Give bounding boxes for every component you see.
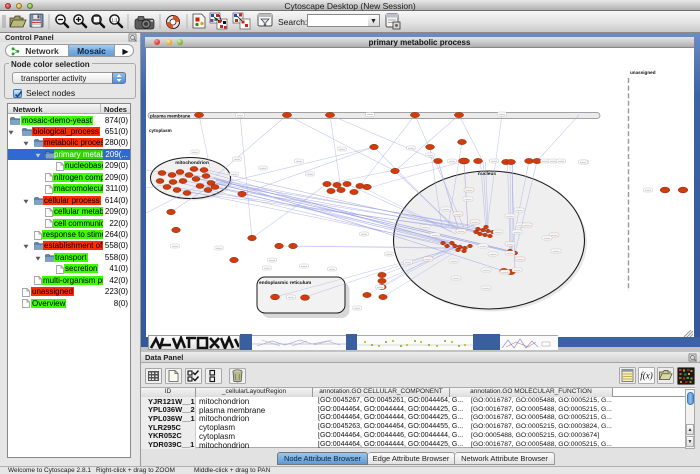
svg-text:f(x): f(x) (640, 371, 653, 381)
svg-text:mitochondrion: mitochondrion (175, 160, 209, 166)
svg-text:1:1: 1:1 (111, 17, 118, 22)
svg-text:unassigned: unassigned (630, 70, 656, 75)
svg-text:plasma membrane: plasma membrane (150, 114, 191, 119)
svg-text:cytoplasm: cytoplasm (149, 128, 172, 133)
svg-text:endoplasmic reticulum: endoplasmic reticulum (259, 280, 311, 286)
svg-text:Search:: Search: (278, 17, 307, 27)
